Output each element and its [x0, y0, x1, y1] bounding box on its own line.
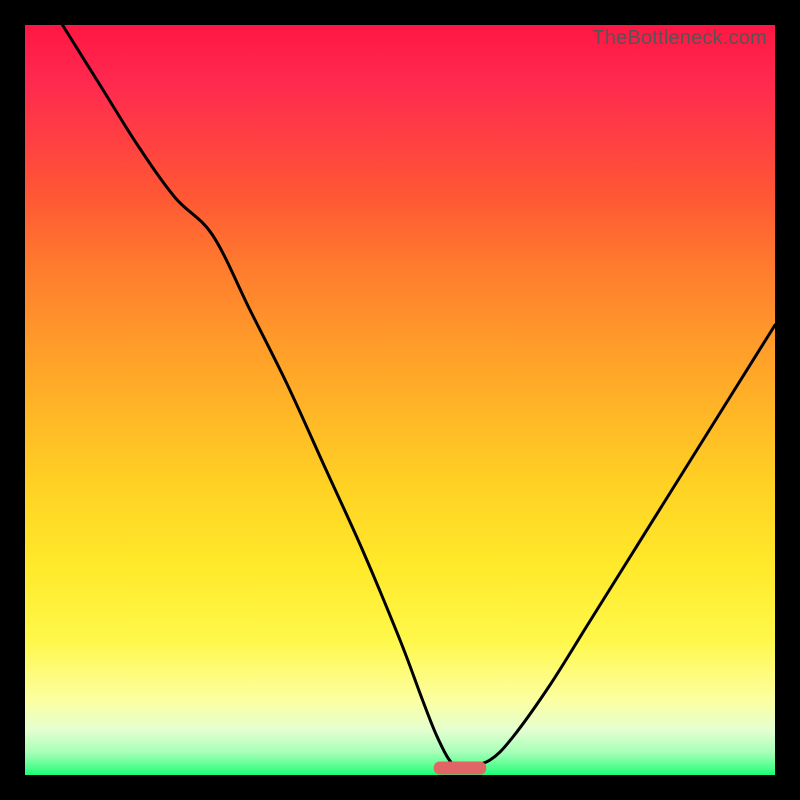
optimum-marker — [434, 762, 487, 775]
plot-area: TheBottleneck.com — [25, 25, 775, 775]
chart-frame: TheBottleneck.com — [0, 0, 800, 800]
curve-layer — [25, 25, 775, 775]
bottleneck-curve — [63, 25, 776, 767]
